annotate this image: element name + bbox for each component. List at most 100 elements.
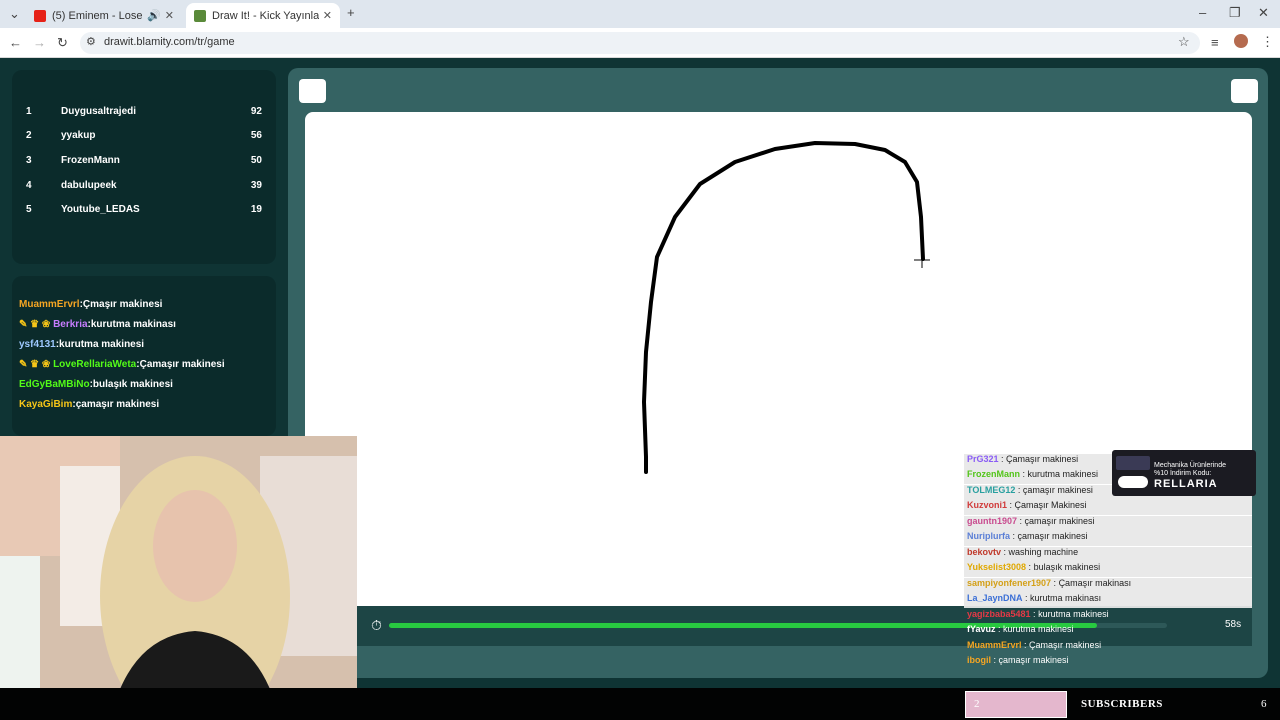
url-field[interactable]: ⚙ drawit.blamity.com/tr/game ☆ <box>80 32 1200 54</box>
stream-chat-message: Kuzvoni1 : Çamaşır Makinesi <box>964 500 1252 515</box>
rank: 5 <box>26 204 32 215</box>
chat-username[interactable]: KayaGiBim <box>19 399 72 410</box>
leaderboard-row: 3 FrozenMann 50 <box>26 155 262 173</box>
stream-chat-username: gauntn1907 <box>967 516 1018 526</box>
stream-chat-text: bulaşık makinesi <box>1033 562 1101 572</box>
stream-chat-text: çamaşır makinesi <box>1022 485 1093 495</box>
rank: 2 <box>26 130 32 141</box>
rank: 4 <box>26 180 32 191</box>
forward-icon[interactable]: → <box>33 35 46 50</box>
chat-text: çamaşır makinesi <box>75 399 160 410</box>
stream-chat-username: yagizbaba5481 <box>967 609 1031 619</box>
game-chat-panel: MuammErvrl:Çmaşır makinesi ✎ ♛ ❀ Berkria… <box>12 276 276 436</box>
keyboard-icon <box>1116 456 1150 470</box>
drawn-stroke <box>642 141 925 474</box>
chat-text: Çamaşır makinesi <box>139 359 225 370</box>
promo-line-2: %10 İndirim Kodu: <box>1154 470 1212 477</box>
chat-username[interactable]: MuammErvrl <box>19 299 80 310</box>
tab-label: (5) Eminem - Lose Yourself <box>52 9 143 22</box>
stream-chat-message: yagizbaba5481 : kurutma makinesi <box>967 609 1109 619</box>
stream-chat-message: Nuriplurfa : çamaşır makinesi <box>964 531 1252 546</box>
subscriber-goal-count: 6 <box>1261 698 1267 710</box>
stream-chat-text: Çamaşır makinesi <box>1006 454 1079 464</box>
stream-chat-message: Yukselist3008 : bulaşık makinesi <box>964 562 1252 577</box>
player-name: FrozenMann <box>61 155 120 166</box>
crosshair-cursor-icon <box>914 252 930 268</box>
leaderboard-panel: 1 Duygusaltrajedi 92 2 yyakup 56 3 Froze… <box>12 70 276 264</box>
stream-chat-text: kurutma makinası <box>1030 593 1102 603</box>
url-text: drawit.blamity.com/tr/game <box>104 36 235 48</box>
browser-tab-drawit[interactable]: Draw It! - Kick Yayınları İçin Çizi ✕ <box>186 3 340 28</box>
profile-avatar[interactable] <box>1234 34 1248 48</box>
stopwatch-icon: ⏱ <box>371 617 382 633</box>
minimize-icon[interactable]: – <box>1199 5 1206 20</box>
stream-chat-username: Nuriplurfa <box>967 531 1011 541</box>
chat-username[interactable]: ysf4131 <box>19 339 56 350</box>
chat-text: kurutma makinesi <box>59 339 145 350</box>
chat-text: kurutma makinası <box>90 319 176 330</box>
back-icon[interactable]: ← <box>9 35 22 50</box>
bookmark-star-icon[interactable]: ☆ <box>1178 34 1190 50</box>
chat-message: KayaGiBim:çamaşır makinesi <box>19 399 160 410</box>
chat-message: ✎ ♛ ❀ LoveRellariaWeta:Çamaşır makinesi <box>19 359 225 370</box>
player-score: 92 <box>250 106 262 117</box>
close-tab-icon[interactable]: ✕ <box>323 9 332 22</box>
reload-icon[interactable]: ↻ <box>57 35 68 51</box>
stream-chat-overlay: PrG321 : Çamaşır makinesi FrozenMann : k… <box>962 446 1256 672</box>
stream-chat-username: bekovtv <box>967 547 1002 557</box>
stream-chat-username: MuammErvrl <box>967 640 1022 650</box>
rank: 3 <box>26 155 32 166</box>
stream-chat-text: kurutma makinesi <box>1003 624 1074 634</box>
browser-tab-youtube[interactable]: (5) Eminem - Lose Yourself 🔊 ✕ <box>26 3 182 28</box>
promo-line-1: Mechanika Ürünlerinde <box>1154 462 1226 469</box>
left-tool-button[interactable] <box>299 79 326 103</box>
stream-chat-text: kurutma makinesi <box>1038 609 1109 619</box>
address-bar: ← → ↻ ⚙ drawit.blamity.com/tr/game ☆ ≡ ⋮ <box>0 28 1280 58</box>
site-info-icon[interactable]: ⚙ <box>86 35 96 48</box>
stream-chat-username: fYavuz <box>967 624 996 634</box>
close-window-icon[interactable]: ✕ <box>1258 5 1269 21</box>
media-controls-icon[interactable]: ≡ <box>1211 35 1219 50</box>
chat-badges: ✎ ♛ ❀ <box>19 359 54 370</box>
stream-chat-text: çamaşır makinesi <box>1017 531 1088 541</box>
stream-chat-text: washing machine <box>1008 547 1079 557</box>
player-score: 56 <box>250 130 262 141</box>
stream-chat-username: ibogil <box>967 655 991 665</box>
close-tab-icon[interactable]: ✕ <box>165 9 174 22</box>
chat-message: ysf4131:kurutma makinesi <box>19 339 145 350</box>
stream-chat-username: Kuzvoni1 <box>967 500 1008 510</box>
browser-tab-bar: ⌄ (5) Eminem - Lose Yourself 🔊 ✕ Draw It… <box>0 0 1280 28</box>
chat-message: ✎ ♛ ❀ Berkria:kurutma makinası <box>19 319 176 330</box>
stream-chat-text: Çamaşır makinesi <box>1029 640 1102 650</box>
right-tool-button[interactable] <box>1231 79 1258 103</box>
player-name: dabulupeek <box>61 180 117 191</box>
player-score: 19 <box>250 204 262 215</box>
new-tab-icon[interactable]: + <box>347 5 355 20</box>
player-score: 50 <box>250 155 262 166</box>
stream-chat-username: Yukselist3008 <box>967 562 1027 572</box>
menu-kebab-icon[interactable]: ⋮ <box>1261 34 1274 50</box>
streamer-webcam <box>0 436 357 720</box>
sponsor-promo-banner: Mechanika Ürünlerinde %10 İndirim Kodu: … <box>1112 450 1256 496</box>
stream-chat-message: gauntn1907 : çamaşır makinesi <box>964 516 1252 531</box>
speaker-icon[interactable]: 🔊 <box>147 9 161 22</box>
restore-icon[interactable]: ❐ <box>1229 5 1241 21</box>
chat-badges: ✎ ♛ ❀ <box>19 319 54 330</box>
player-name: Youtube_LEDAS <box>61 204 140 215</box>
stream-chat-username: La_JaynDNA <box>967 593 1023 603</box>
subscriber-goal-bar: 2 SUBSCRIBERS 6 <box>0 688 1280 720</box>
subscriber-goal-fill: 2 <box>965 691 1067 718</box>
subscriber-current-count: 2 <box>974 698 980 710</box>
drawit-favicon-icon <box>194 9 206 22</box>
chat-username[interactable]: EdGyBaMBiNo <box>19 379 90 390</box>
chat-text: Çmaşır makinesi <box>82 299 163 310</box>
tab-search-icon[interactable]: ⌄ <box>9 6 20 22</box>
stream-chat-username: sampiyonfener1907 <box>967 578 1052 588</box>
chat-username[interactable]: Berkria <box>53 319 87 330</box>
chat-username[interactable]: LoveRellariaWeta <box>53 359 136 370</box>
stream-chat-message: bekovtv : washing machine <box>964 547 1252 562</box>
promo-brand: RELLARIA <box>1154 478 1218 490</box>
leaderboard-row: 4 dabulupeek 39 <box>26 180 262 198</box>
subscriber-label: SUBSCRIBERS <box>1081 698 1163 710</box>
stream-chat-message: MuammErvrl : Çamaşır makinesi <box>967 640 1102 650</box>
